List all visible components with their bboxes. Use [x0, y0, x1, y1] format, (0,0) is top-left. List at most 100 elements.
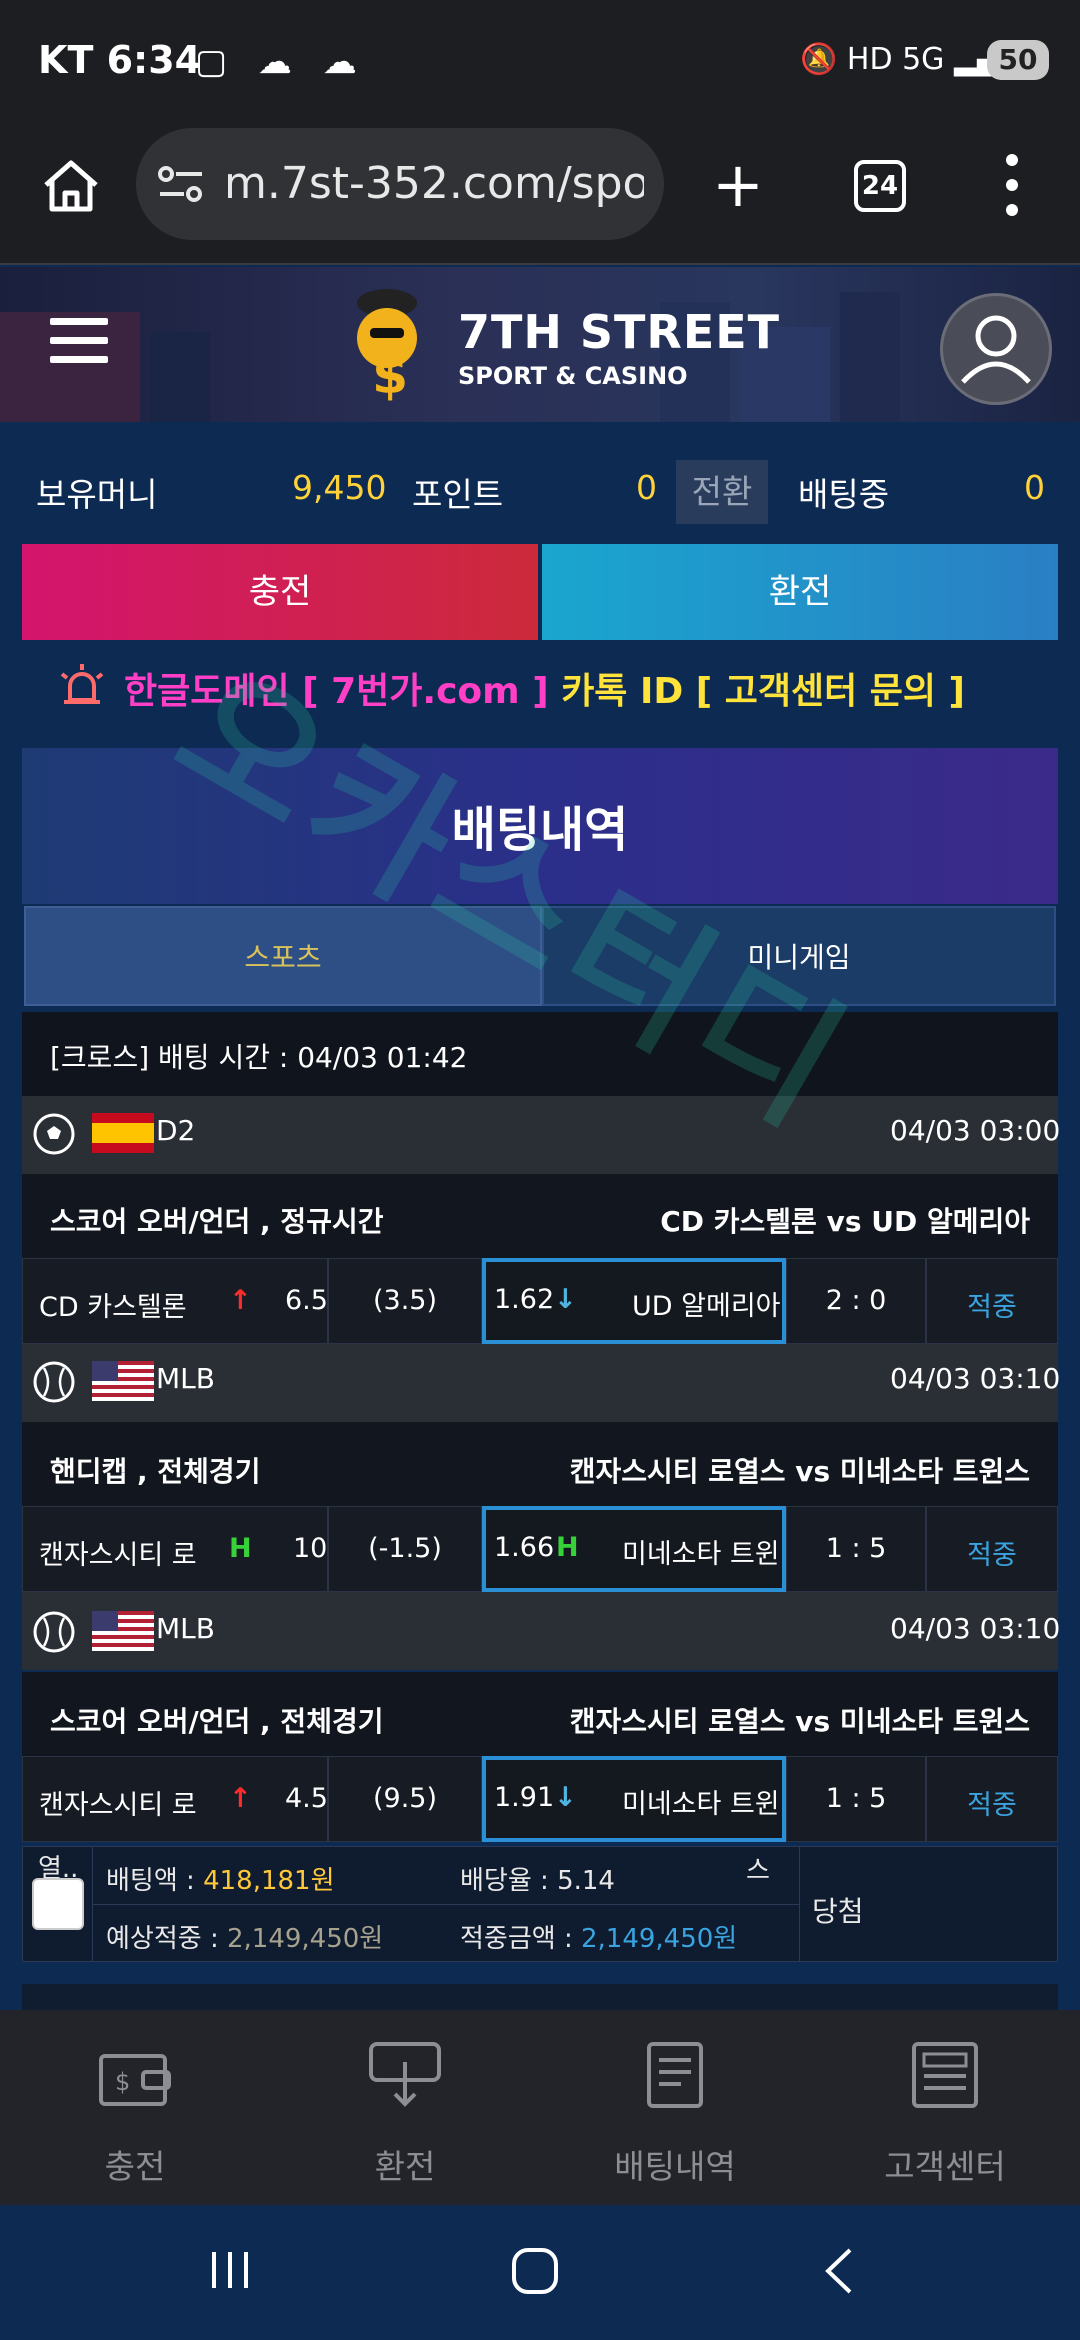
point-label: 포인트: [412, 475, 504, 514]
bet-row: 캔자스시티 로 ↑ 4.5 (9.5) 1.91 ↓ 미네소타 트윈 1 : 5…: [22, 1756, 1058, 1842]
home-team: CD 카스텔론: [39, 1292, 187, 1323]
nav-exchange[interactable]: 환전: [270, 2010, 540, 2205]
score-cell: 1 : 5: [786, 1506, 926, 1592]
line-value: (-1.5): [368, 1533, 442, 1564]
hamburger-menu-icon[interactable]: [50, 318, 108, 366]
nav-support[interactable]: 고객센터: [810, 2010, 1080, 2205]
home-odds: 10: [293, 1533, 328, 1564]
nav-charge-label: 충전: [104, 2147, 166, 2186]
up-arrow-icon: ↑: [229, 1285, 252, 1316]
betting-label: 배팅중: [798, 475, 890, 514]
handicap-h-icon: H: [556, 1532, 579, 1563]
matchup: 캔자스시티 로열스 vs 미네소타 트윈스: [569, 1705, 1030, 1738]
home-icon[interactable]: [40, 155, 102, 217]
away-odds: 1.62: [494, 1284, 555, 1315]
convert-button[interactable]: 전환: [676, 460, 768, 524]
cash-out-icon: [369, 2042, 441, 2107]
nav-support-label: 고객센터: [884, 2147, 1006, 2186]
won-amount: 적중금액 : 2,149,450원: [460, 1924, 738, 1954]
away-pick-cell: 1.66 H 미네소타 트윈: [482, 1506, 786, 1592]
away-pick-cell: 1.91 ↓ 미네소타 트윈: [482, 1756, 786, 1842]
battery-icon: 50: [987, 40, 1049, 80]
result-cell: 적중: [926, 1506, 1058, 1592]
notice-kakao: 카톡 ID [ 고객센터 문의 ]: [548, 671, 965, 712]
point-value: 0: [636, 468, 657, 507]
home-pick-cell: CD 카스텔론 ↑ 6.5: [22, 1258, 328, 1344]
newspaper-icon: [912, 2042, 978, 2108]
usa-flag-icon: [92, 1361, 154, 1401]
away-team: 미네소타 트윈: [622, 1539, 780, 1570]
matchup: 캔자스시티 로열스 vs 미네소타 트윈스: [569, 1455, 1030, 1488]
nav-history[interactable]: 배팅내역: [540, 2010, 810, 2205]
score: 1 : 5: [825, 1533, 887, 1564]
away-pick-cell: 1.62 ↓ UD 알메리아: [482, 1258, 786, 1344]
money-value: 9,450: [292, 468, 387, 507]
alarm-icon: [60, 664, 104, 704]
money-label: 보유머니: [36, 475, 158, 514]
status-bar: KT 6:34 ▢ ☁ ☁ 🔕 HD 5G ▂▄▆ 50: [0, 0, 1080, 125]
bet-slip-time: [크로스] 배팅 시간 : 04/03 01:42: [50, 1041, 468, 1074]
wallet-icon: $: [99, 2054, 171, 2106]
away-team: 미네소타 트윈: [622, 1789, 780, 1820]
line-cell: (3.5): [328, 1258, 482, 1344]
away-odds: 1.91: [494, 1782, 555, 1813]
baseball-icon: [33, 1611, 75, 1653]
game-time: 04/03 03:10: [890, 1362, 1061, 1395]
line-value: (9.5): [372, 1783, 437, 1814]
expected-win: 예상적중 : 2,149,450원: [106, 1924, 384, 1954]
score-cell: 2 : 0: [786, 1258, 926, 1344]
result-status: 적중: [967, 1292, 1017, 1323]
user-avatar[interactable]: [940, 293, 1052, 405]
result-status: 적중: [967, 1790, 1017, 1821]
home-nav-icon[interactable]: [510, 2246, 560, 2296]
home-team: 캔자스시티 로: [39, 1790, 197, 1821]
status-notification-icons: ▢ ☁ ☁: [195, 42, 367, 82]
tab-switcher-button[interactable]: 24: [854, 160, 906, 212]
bet-row: 캔자스시티 로 H 10 (-1.5) 1.66 H 미네소타 트윈 1 : 5…: [22, 1506, 1058, 1592]
handicap-h-icon: H: [229, 1533, 252, 1564]
recent-apps-icon[interactable]: [208, 2248, 252, 2292]
more-menu-icon[interactable]: [1000, 150, 1024, 220]
nav-exchange-label: 환전: [374, 2147, 436, 2186]
spain-flag-icon: [92, 1113, 154, 1153]
down-arrow-icon: ↓: [554, 1782, 577, 1813]
score: 1 : 5: [825, 1783, 887, 1814]
home-odds: 4.5: [285, 1783, 328, 1814]
baseball-icon: [33, 1361, 75, 1403]
odds-rate: 배당율 : 5.14: [460, 1866, 615, 1896]
nav-charge[interactable]: $ 충전: [0, 2010, 270, 2205]
home-odds: 6.5: [285, 1285, 328, 1316]
up-arrow-icon: ↑: [229, 1783, 252, 1814]
game-time: 04/03 03:10: [890, 1612, 1061, 1645]
result-cell: 적중: [926, 1258, 1058, 1344]
win-status: 당첨: [812, 1895, 864, 1928]
away-team: UD 알메리아: [632, 1291, 781, 1322]
status-carrier: KT 6:34: [38, 38, 202, 82]
bet-row: CD 카스텔론 ↑ 6.5 (3.5) 1.62 ↓ UD 알메리아 2 : 0…: [22, 1258, 1058, 1344]
game-time: 04/03 03:00: [890, 1114, 1061, 1147]
select-checkbox[interactable]: [32, 1878, 84, 1930]
summary-divider: [92, 1904, 800, 1905]
url-text[interactable]: m.7st-352.com/sport: [224, 158, 644, 209]
down-arrow-icon: ↓: [554, 1284, 577, 1315]
market-type: 핸디캡 , 전체경기: [50, 1455, 261, 1488]
line-cell: (-1.5): [328, 1506, 482, 1592]
logo-mascot-icon: $: [357, 289, 417, 403]
site-settings-icon[interactable]: [158, 164, 204, 204]
score-cell: 1 : 5: [786, 1756, 926, 1842]
result-status: 적중: [967, 1540, 1017, 1571]
balance-row: 보유머니 9,450 포인트 0 배팅중 0: [22, 440, 1058, 540]
svg-text:$: $: [115, 2068, 130, 2096]
logo-title[interactable]: 7TH STREET: [458, 305, 780, 359]
result-cell: 적중: [926, 1756, 1058, 1842]
bet-amount: 배팅액 : 418,181원: [106, 1866, 335, 1896]
betting-value: 0: [1024, 468, 1045, 507]
score: 2 : 0: [825, 1285, 887, 1316]
line-cell: (9.5): [328, 1756, 482, 1842]
line-value: (3.5): [372, 1285, 437, 1316]
new-tab-button[interactable]: +: [712, 154, 764, 216]
exchange-button[interactable]: 환전: [542, 544, 1058, 640]
away-odds: 1.66: [494, 1532, 555, 1563]
back-icon[interactable]: [820, 2246, 860, 2296]
usa-flag-icon: [92, 1611, 154, 1651]
